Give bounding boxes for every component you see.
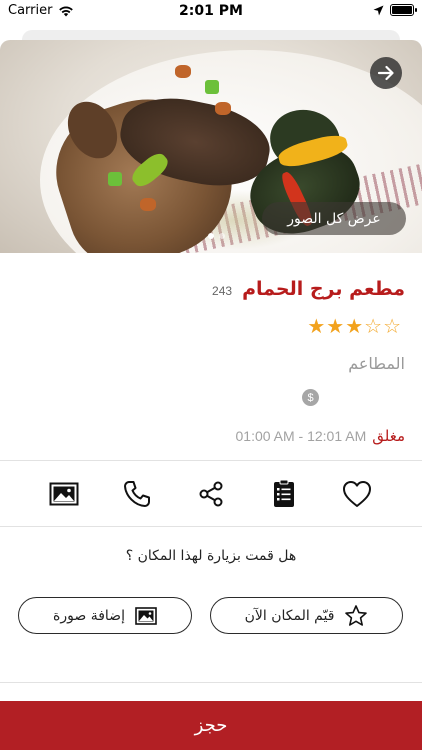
star-filled-icon: ★ (307, 314, 327, 338)
star-outline-icon (345, 604, 368, 626)
open-status: مغلق (372, 427, 405, 445)
bean-shape (215, 102, 231, 115)
bean-shape (175, 65, 191, 78)
pager-dot (219, 233, 225, 239)
call-button[interactable] (117, 474, 157, 514)
star-empty-icon: ☆ (364, 314, 384, 338)
arrow-right-icon (377, 65, 394, 81)
favorite-button[interactable] (337, 474, 377, 514)
divider (0, 682, 422, 683)
share-button[interactable] (191, 474, 231, 514)
category-label: المطاعم (348, 354, 405, 373)
rating-stars: ★★★☆☆ (307, 314, 402, 338)
clock: 2:01 PM (179, 3, 243, 19)
view-all-photos-button[interactable]: عرض كل الصور (262, 202, 406, 235)
title-row: 243 مطعم برج الحمام (212, 278, 405, 300)
status-bar: Carrier 2:01 PM (0, 0, 422, 24)
book-button[interactable]: حجز (0, 701, 422, 750)
add-photo-button[interactable]: إضافة صورة (18, 597, 192, 634)
star-filled-icon: ★ (345, 314, 365, 338)
divider (0, 460, 422, 461)
price-badge: $ (302, 389, 319, 406)
star-empty-icon: ☆ (383, 314, 402, 338)
hours-row: 01:00 AM - 12:01 AM مغلق (236, 427, 406, 445)
visit-question: هل قمت بزيارة لهذا المكان ؟ (125, 548, 297, 564)
menu-icon (274, 479, 294, 507)
add-photo-label: إضافة صورة (53, 607, 125, 624)
opening-hours: 01:00 AM - 12:01 AM (235, 428, 367, 444)
next-photo-button[interactable] (370, 57, 402, 89)
status-right (373, 4, 417, 16)
phone-icon (124, 481, 150, 507)
divider (0, 526, 422, 527)
photo-pager (208, 233, 225, 239)
menu-button[interactable] (264, 474, 304, 514)
green-pea-shape (205, 80, 219, 94)
green-pea-shape (108, 172, 122, 186)
photo-icon (49, 482, 79, 506)
location-arrow-icon (373, 5, 384, 15)
star-filled-icon: ★ (326, 314, 346, 338)
action-bar (0, 474, 422, 514)
rate-place-button[interactable]: قيّم المكان الآن (210, 597, 403, 634)
share-icon (199, 481, 223, 507)
pager-dot (208, 233, 214, 239)
photos-button[interactable] (44, 474, 84, 514)
photo-icon (135, 606, 157, 625)
restaurant-name: مطعم برج الحمام (242, 278, 405, 300)
rate-place-label: قيّم المكان الآن (244, 607, 335, 624)
review-count: 243 (212, 284, 233, 298)
battery-icon (390, 4, 417, 16)
bean-shape (140, 198, 156, 211)
heart-icon (343, 481, 371, 507)
